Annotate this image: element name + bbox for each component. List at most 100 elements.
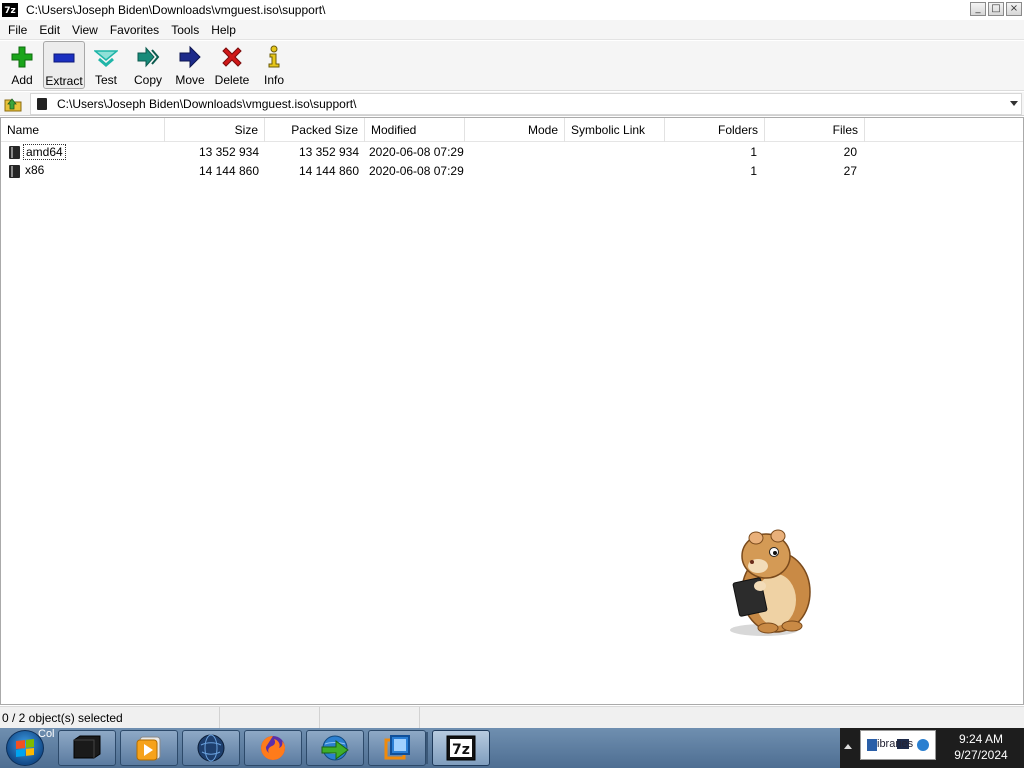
double-arrow-icon [137, 46, 160, 68]
title-bar: 7z C:\Users\Joseph Biden\Downloads\vmgue… [0, 0, 1024, 20]
column-mode[interactable]: Mode [465, 118, 565, 142]
drive-icon [37, 97, 47, 110]
up-folder-button[interactable] [2, 93, 24, 115]
show-hidden-icons-icon[interactable] [844, 744, 852, 749]
extract-label: Extract [45, 74, 83, 88]
hamster-mascot-icon [730, 529, 811, 636]
windows-logo-icon [16, 739, 34, 757]
clock[interactable]: 9:24 AM 9/27/2024 [940, 731, 1022, 763]
check-chevron-icon [94, 50, 118, 67]
copy-label: Copy [133, 73, 162, 87]
arrow-right-icon [179, 45, 201, 69]
menu-file[interactable]: File [2, 20, 33, 40]
row-modified: 2020-06-08 07:29 [369, 145, 464, 159]
folder-icon [9, 146, 20, 159]
row-files: 27 [843, 164, 857, 178]
status-segment-4 [420, 707, 1024, 729]
row-modified: 2020-06-08 07:29 [369, 164, 464, 178]
status-segment-3 [320, 706, 420, 729]
menu-favorites[interactable]: Favorites [104, 20, 165, 40]
system-tray: ibraries 9:24 AM 9/27/2024 [840, 728, 1024, 768]
taskbar-app-media[interactable] [120, 730, 178, 766]
table-row[interactable]: amd64 13 352 934 13 352 934 2020-06-08 0… [1, 143, 1023, 162]
row-size: 14 144 860 [198, 164, 259, 178]
column-header-row: Name Size Packed Size Modified Mode Symb… [1, 118, 1023, 142]
table-row[interactable]: x86 14 144 860 14 144 860 2020-06-08 07:… [1, 162, 1023, 181]
row-size: 13 352 934 [198, 145, 259, 159]
row-mode [465, 143, 559, 162]
maximize-button[interactable]: □ [988, 2, 1004, 16]
taskbar-separator [426, 732, 428, 764]
download-manager-icon [321, 735, 349, 761]
column-symbolic-link[interactable]: Symbolic Link [565, 118, 665, 142]
close-button[interactable]: × [1006, 2, 1022, 16]
app-icon[interactable]: 7z [2, 3, 18, 17]
7zip-app-icon: 7z [446, 735, 476, 761]
file-list[interactable]: Name Size Packed Size Modified Mode Symb… [0, 117, 1024, 705]
row-name[interactable]: x86 [23, 163, 46, 179]
column-size[interactable]: Size [165, 118, 265, 142]
address-bar: C:\Users\Joseph Biden\Downloads\vmguest.… [0, 92, 1024, 116]
move-button[interactable]: Move [169, 41, 211, 89]
info-icon [268, 45, 280, 68]
minimize-button[interactable]: _ [970, 2, 986, 16]
row-symlink [569, 143, 665, 162]
row-folders: 1 [750, 164, 757, 178]
info-label: Info [263, 73, 284, 87]
taskbar: Col 7z ibraries 9:24 AM 9/27/2024 [0, 728, 1024, 768]
terminal-app-icon [73, 735, 101, 759]
address-field[interactable]: C:\Users\Joseph Biden\Downloads\vmguest.… [30, 92, 1022, 115]
taskbar-app-globe[interactable] [182, 730, 240, 766]
taskbar-app-virtualbox[interactable] [368, 730, 426, 766]
column-folders[interactable]: Folders [665, 118, 765, 142]
row-files: 20 [843, 145, 857, 159]
window-controls: _ □ × [970, 2, 1022, 16]
taskbar-app-7zip[interactable]: 7z [432, 730, 490, 766]
row-packed-size: 13 352 934 [298, 145, 359, 159]
menu-tools[interactable]: Tools [165, 20, 205, 40]
media-player-icon [136, 736, 161, 761]
folder-icon [9, 165, 20, 178]
column-packed-size[interactable]: Packed Size [265, 118, 365, 142]
menu-help[interactable]: Help [205, 20, 242, 40]
move-label: Move [175, 73, 205, 87]
add-label: Add [11, 73, 33, 87]
status-selection: 0 / 2 object(s) selected [0, 706, 220, 729]
extract-button[interactable]: Extract [43, 41, 85, 89]
info-button[interactable]: Info [253, 41, 295, 89]
test-label: Test [94, 73, 117, 87]
toolbar: Add Extract Test Copy Move Delete Info [0, 41, 1024, 91]
column-files[interactable]: Files [765, 118, 865, 142]
row-mode [465, 162, 559, 181]
delete-button[interactable]: Delete [211, 41, 253, 89]
tray-popup-text: ibraries [877, 738, 914, 750]
column-modified[interactable]: Modified [365, 118, 465, 142]
minus-icon [53, 53, 75, 63]
globe-app-icon [197, 734, 225, 762]
taskbar-app-terminal[interactable] [58, 730, 116, 766]
plus-icon [11, 46, 33, 68]
x-icon [222, 47, 242, 67]
menu-edit[interactable]: Edit [33, 20, 66, 40]
clock-time: 9:24 AM [958, 732, 1004, 746]
taskbar-app-firefox[interactable] [244, 730, 302, 766]
firefox-icon [261, 736, 285, 760]
row-name[interactable]: amd64 [23, 144, 66, 160]
clock-date: 9/27/2024 [954, 748, 1008, 762]
row-packed-size: 14 144 860 [298, 164, 359, 178]
test-button[interactable]: Test [85, 41, 127, 89]
menu-view[interactable]: View [66, 20, 104, 40]
taskbar-app-download[interactable] [306, 730, 364, 766]
tray-popup[interactable]: ibraries [860, 730, 936, 760]
copy-button[interactable]: Copy [127, 41, 169, 89]
address-path: C:\Users\Joseph Biden\Downloads\vmguest.… [57, 96, 357, 111]
folder-up-icon [4, 97, 22, 111]
window-title: C:\Users\Joseph Biden\Downloads\vmguest.… [26, 3, 326, 17]
add-button[interactable]: Add [1, 41, 43, 89]
virtualbox-icon [384, 735, 410, 760]
delete-label: Delete [214, 73, 250, 87]
row-folders: 1 [750, 145, 757, 159]
status-segment-2 [220, 706, 320, 729]
column-name[interactable]: Name [1, 118, 165, 142]
address-dropdown-icon[interactable] [1010, 100, 1018, 106]
